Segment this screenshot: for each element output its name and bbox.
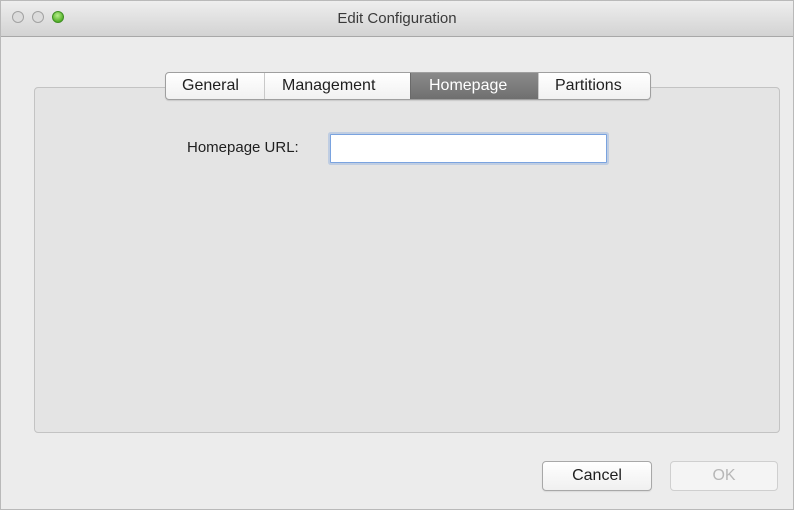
configuration-tabs: General Management Homepage Partitions — [165, 72, 651, 100]
tab-partitions[interactable]: Partitions — [538, 73, 650, 99]
cancel-button[interactable]: Cancel — [542, 461, 652, 491]
tab-management[interactable]: Management — [264, 73, 410, 99]
homepage-url-label: Homepage URL: — [187, 139, 299, 156]
window-title: Edit Configuration — [337, 10, 457, 27]
tab-general[interactable]: General — [166, 73, 264, 99]
title-bar[interactable]: Edit Configuration — [1, 1, 793, 37]
tab-homepage[interactable]: Homepage — [410, 73, 538, 99]
edit-configuration-window: Edit Configuration General Management Ho… — [0, 0, 794, 510]
ok-button[interactable]: OK — [670, 461, 778, 491]
homepage-url-input[interactable] — [330, 134, 607, 163]
